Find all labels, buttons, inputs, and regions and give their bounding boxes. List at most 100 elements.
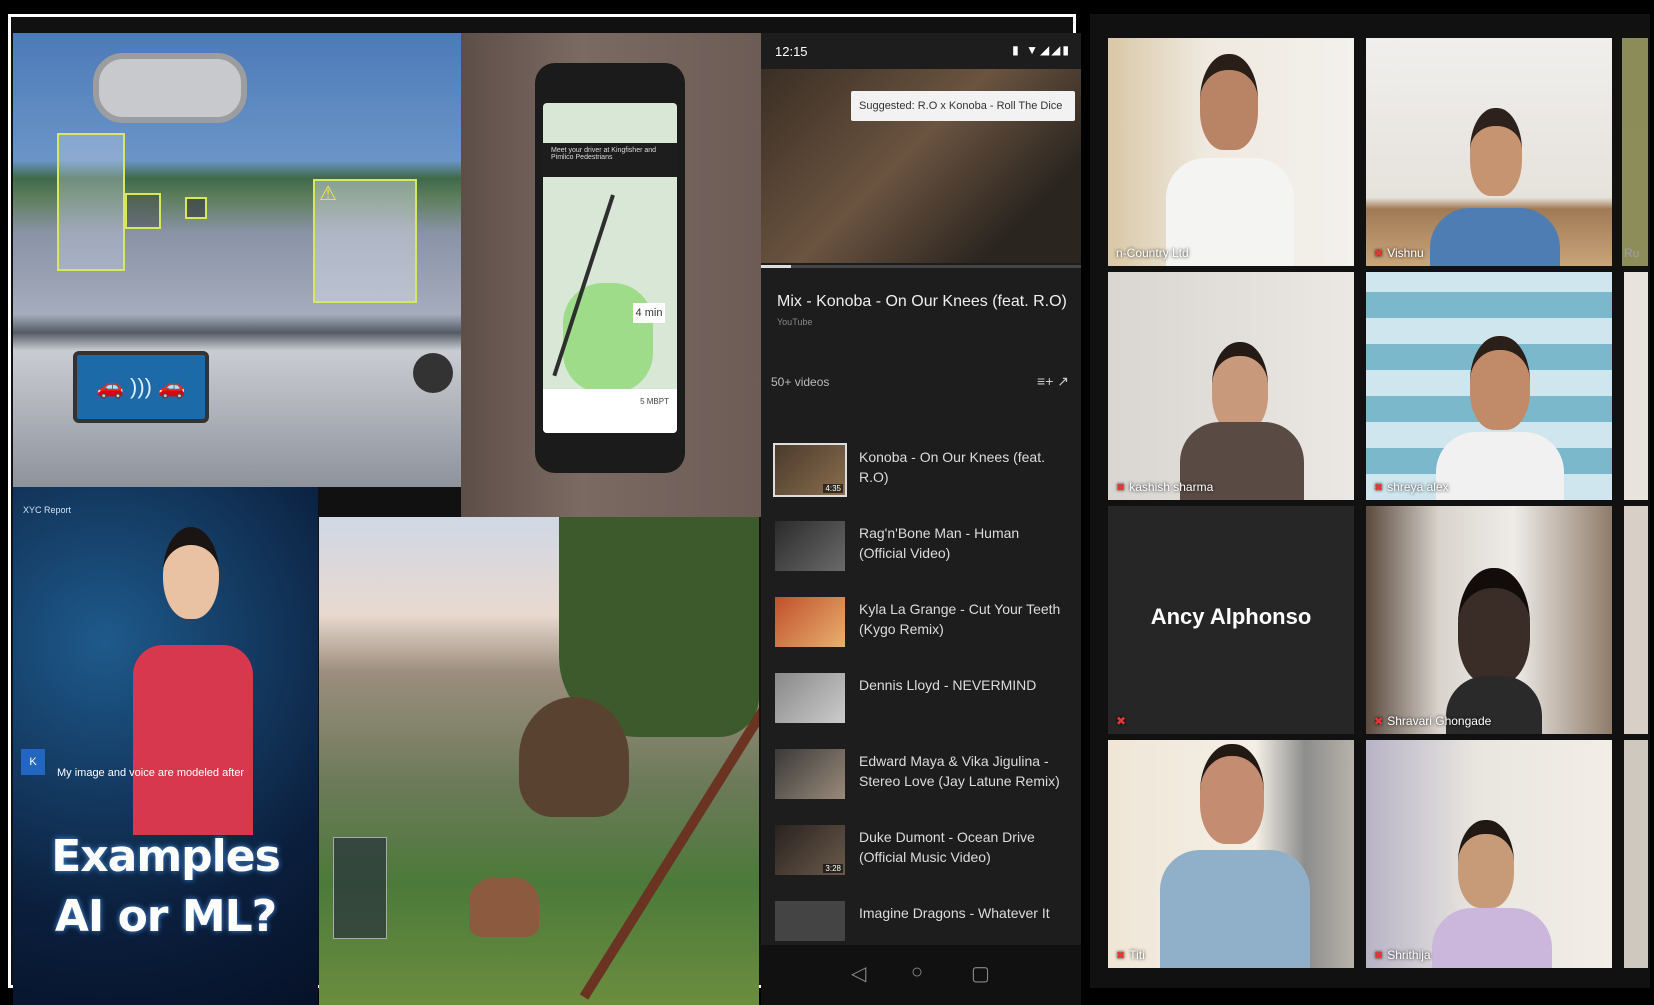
playlist-item[interactable]: 3:28 Duke Dumont - Ocean Drive (Official… [761, 819, 1081, 889]
participant-face [1200, 54, 1258, 150]
mix-title: Mix - Konoba - On Our Knees (feat. R.O) [777, 293, 1067, 310]
status-time: 12:15 [775, 44, 808, 59]
video-title: Dennis Lloyd - NEVERMIND [859, 677, 1037, 693]
participant-tile[interactable]: ✖ Shravari Ghongade [1366, 506, 1612, 734]
self-driving-car-image: ⚠ 🚗 ))) 🚗 [13, 33, 461, 487]
participant-body [1160, 850, 1310, 968]
game-mammoth [519, 697, 629, 817]
driver-banner: Meet your driver at Kingfisher and Pimli… [543, 143, 677, 177]
playlist-item[interactable]: Kyla La Grange - Cut Your Teeth (Kygo Re… [761, 591, 1081, 661]
playlist-item[interactable]: 4:35 Konoba - On Our Knees (feat. R.O) [761, 439, 1081, 509]
participant-tile[interactable]: ✖ Vishnu [1366, 38, 1612, 266]
mic-muted-icon: ✖ [1374, 482, 1384, 494]
mic-muted-icon: ✖ [1374, 248, 1384, 260]
channel-badge: K [21, 749, 45, 775]
video-thumbnail: 4:35 [773, 443, 847, 497]
participant-name: ✖ kashish sharma [1116, 480, 1214, 494]
signal-battery-icon: ▮ ▼◢◢▮ [1012, 43, 1071, 57]
participant-tile-partial[interactable] [1624, 506, 1648, 734]
home-icon[interactable]: ○ [911, 961, 923, 984]
game-hand [469, 877, 539, 937]
video-title: Duke Dumont - Ocean Drive (Official Musi… [859, 829, 1035, 865]
video-title: Konoba - On Our Knees (feat. R.O) [859, 449, 1045, 485]
video-title: Imagine Dragons - Whatever It [859, 905, 1050, 921]
video-thumbnail [775, 597, 845, 647]
participant-tile[interactable]: ✖ Titi [1108, 740, 1354, 968]
participant-face [1212, 342, 1268, 432]
smartphone: Meet your driver at Kingfisher and Pimli… [535, 63, 685, 473]
participant-body [1430, 208, 1560, 266]
video-duration: 3:28 [823, 864, 843, 873]
participant-tile-partial[interactable]: Ru [1622, 38, 1648, 266]
video-title: Edward Maya & Vika Jigulina - Stereo Lov… [859, 753, 1060, 789]
participant-body [1436, 432, 1564, 500]
detection-box-car [125, 193, 161, 229]
video-duration: 4:35 [823, 484, 843, 493]
recent-apps-icon[interactable]: ▢ [971, 961, 990, 986]
queue-actions-icon[interactable]: ≡+ ↗ [1037, 373, 1069, 390]
participant-tile[interactable]: ✖ shreya alex [1366, 272, 1612, 500]
participant-tile[interactable]: Ancy Alphonso ✖ [1108, 506, 1354, 734]
suggested-card[interactable]: Suggested: R.O x Konoba - Roll The Dice [851, 91, 1075, 121]
car-sensor-icon: 🚗 ))) 🚗 [73, 351, 209, 423]
participant-body [1432, 908, 1552, 968]
mic-muted-icon: ✖ [1374, 950, 1384, 962]
mic-muted-icon: ✖ [1116, 482, 1126, 494]
collage-panel: ⚠ 🚗 ))) 🚗 Meet your driver at Kingfisher… [8, 14, 1081, 1005]
video-thumbnail [775, 521, 845, 571]
android-nav-bar: ◁ ○ ▢ [761, 945, 1081, 1005]
video-thumbnail [775, 749, 845, 799]
participant-name: n-Country Ltd [1116, 246, 1189, 260]
back-icon[interactable]: ◁ [851, 961, 866, 986]
video-player[interactable]: Suggested: R.O x Konoba - Roll The Dice [761, 69, 1081, 263]
participant-tile[interactable]: ✖ Shrithija [1366, 740, 1612, 968]
channel-logo: XYC Report [23, 505, 72, 515]
mic-muted-icon: ✖ [1116, 950, 1126, 962]
mic-muted-icon: ✖ [1116, 714, 1127, 728]
mic-muted-icon: ✖ [1374, 716, 1384, 728]
playlist-item[interactable]: Rag'n'Bone Man - Human (Official Video) [761, 515, 1081, 585]
ride-app-phone-image: Meet your driver at Kingfisher and Pimli… [461, 33, 761, 517]
participant-tile[interactable]: ✖ kashish sharma [1108, 272, 1354, 500]
participant-face [1470, 336, 1530, 430]
participant-name: ✖ Vishnu [1374, 246, 1424, 260]
participant-name: ✖ Shrithija [1374, 948, 1431, 962]
participant-face [1470, 108, 1522, 196]
detection-box-car-far [185, 197, 207, 219]
participant-tile-partial[interactable] [1624, 740, 1648, 968]
examples-title: Examples AI or ML? [13, 827, 318, 947]
participant-tile[interactable]: n-Country Ltd [1108, 38, 1354, 266]
rearview-mirror [93, 53, 247, 123]
warning-icon: ⚠ [319, 183, 337, 205]
participant-name-card: Ancy Alphonso [1150, 604, 1312, 629]
news-anchor [133, 527, 253, 835]
video-progress-bar[interactable] [761, 265, 1081, 268]
examples-line-1: Examples [51, 831, 281, 882]
eta-badge: 4 min [633, 303, 665, 323]
participant-name: ✖ Titi [1116, 948, 1145, 962]
video-count: 50+ videos [771, 375, 830, 389]
anchor-body [133, 645, 253, 835]
anchor-head [163, 527, 219, 619]
video-title: Kyla La Grange - Cut Your Teeth (Kygo Re… [859, 601, 1061, 637]
detection-box-truck [57, 133, 125, 271]
driver-card: 5 MBPT [543, 389, 677, 433]
playlist-item[interactable]: Imagine Dragons - Whatever It [761, 895, 1081, 941]
map-screen: Meet your driver at Kingfisher and Pimli… [543, 103, 677, 433]
video-call-gallery: n-Country Ltd ✖ Vishnu ✖ kashish sharma ✖ s… [1090, 14, 1650, 988]
playlist-item[interactable]: Edward Maya & Vika Jigulina - Stereo Lov… [761, 743, 1081, 813]
youtube-app-screenshot: 12:15 ▮ ▼◢◢▮ Suggested: R.O x Konoba - R… [761, 33, 1081, 1005]
ai-news-anchor-image: XYC Report K My image and voice are mode… [13, 487, 318, 1005]
participant-name: ✖ Shravari Ghongade [1374, 714, 1492, 728]
game-minimap [333, 837, 387, 939]
dashboard-vent [413, 353, 453, 393]
participant-face [1458, 568, 1530, 684]
playlist-item[interactable]: Dennis Lloyd - NEVERMIND [761, 667, 1081, 737]
participant-tile-partial[interactable] [1624, 272, 1648, 500]
participant-face [1458, 820, 1514, 908]
examples-line-2: AI or ML? [54, 891, 277, 942]
video-game-image [319, 517, 759, 1005]
participant-face [1200, 744, 1264, 844]
status-bar: 12:15 ▮ ▼◢◢▮ [761, 33, 1081, 69]
participant-name: Ru [1624, 246, 1640, 260]
